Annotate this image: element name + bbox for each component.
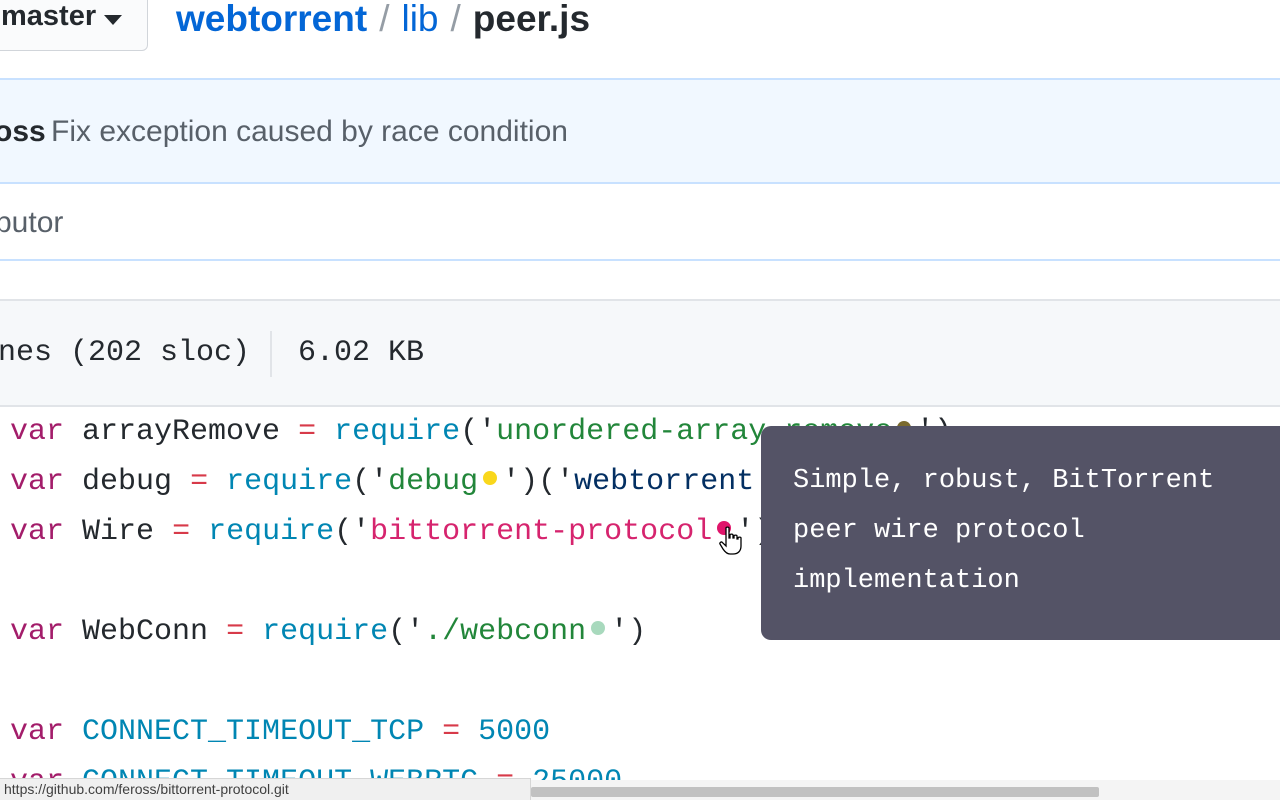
contributors-bar: butor [0, 184, 1280, 261]
breadcrumb-dir-link[interactable]: lib [401, 0, 438, 39]
code-line: var CONNECT_TIMEOUT_WEBRTC = 25000 [10, 757, 622, 780]
code-string-link[interactable]: bittorrent-protocol [370, 515, 712, 549]
caret-down-icon [104, 15, 122, 25]
status-bar-url: https://github.com/feross/bittorrent-pro… [0, 778, 531, 800]
code-operator: = [226, 615, 245, 649]
tooltip-line: implementation [793, 566, 1020, 596]
code-function: require [334, 415, 461, 449]
code-string-link[interactable]: ./webconn [424, 615, 586, 649]
file-info-header: nes (202 sloc) 6.02 KB [0, 299, 1280, 407]
code-punct: (' [388, 615, 425, 649]
code-punct: ') [610, 615, 647, 649]
file-info-divider [270, 331, 272, 377]
branch-label: master [1, 0, 97, 32]
code-keyword: var [10, 715, 65, 749]
breadcrumb: webtorrent / lib / peer.js [176, 0, 590, 37]
code-punct: (' [460, 415, 497, 449]
code-line: var Wire = require('bittorrent-protocol '… [10, 507, 772, 557]
code-line: var CONNECT_TIMEOUT_TCP = 5000 [10, 707, 550, 757]
package-dot-icon[interactable] [591, 621, 606, 636]
hand-cursor-icon [719, 526, 742, 555]
code-constant: CONNECT_TIMEOUT_TCP [82, 715, 425, 749]
package-description-tooltip: Simple, robust, BitTorrent peer wire pro… [761, 426, 1280, 640]
package-dot-icon[interactable] [483, 471, 498, 486]
file-line-count: nes (202 sloc) [0, 336, 251, 370]
branch-select-button[interactable]: master [0, 0, 148, 51]
code-identifier: WebConn [82, 615, 209, 649]
code-operator: = [442, 715, 461, 749]
code-identifier: Wire [82, 515, 155, 549]
file-size: 6.02 KB [298, 336, 425, 370]
code-string-link[interactable]: debug [388, 465, 478, 499]
code-punct: (' [352, 465, 389, 499]
code-punct: (' [334, 515, 371, 549]
breadcrumb-separator: / [450, 0, 461, 39]
horizontal-scrollbar-thumb[interactable] [531, 787, 1099, 797]
code-line: var debug = require('debug ')('webtorrent… [10, 457, 880, 507]
code-function: require [208, 515, 335, 549]
code-function: require [226, 465, 353, 499]
tooltip-line: peer wire protocol [793, 516, 1085, 546]
code-identifier: arrayRemove [82, 415, 281, 449]
latest-commit-bar: oss Fix exception caused by race conditi… [0, 78, 1280, 184]
commit-author-link[interactable]: oss [0, 115, 46, 149]
code-number: 25000 [532, 765, 622, 780]
code-operator: = [298, 415, 317, 449]
code-operator: = [190, 465, 209, 499]
code-keyword: var [10, 415, 65, 449]
code-line: var WebConn = require('./webconn ') [10, 607, 646, 657]
commit-message-link[interactable]: Fix exception caused by race condition [51, 115, 568, 149]
code-keyword: var [10, 615, 65, 649]
code-keyword: var [10, 465, 65, 499]
code-number: 5000 [478, 715, 551, 749]
contributors-link[interactable]: butor [0, 206, 63, 240]
code-keyword: var [10, 515, 65, 549]
code-punct: ')(' [502, 465, 575, 499]
breadcrumb-separator: / [379, 0, 390, 39]
code-operator: = [172, 515, 191, 549]
breadcrumb-file: peer.js [472, 0, 591, 39]
code-function: require [262, 615, 389, 649]
code-identifier: debug [82, 465, 173, 499]
tooltip-line: Simple, robust, BitTorrent [793, 466, 1215, 496]
breadcrumb-repo-link[interactable]: webtorrent [176, 0, 367, 39]
